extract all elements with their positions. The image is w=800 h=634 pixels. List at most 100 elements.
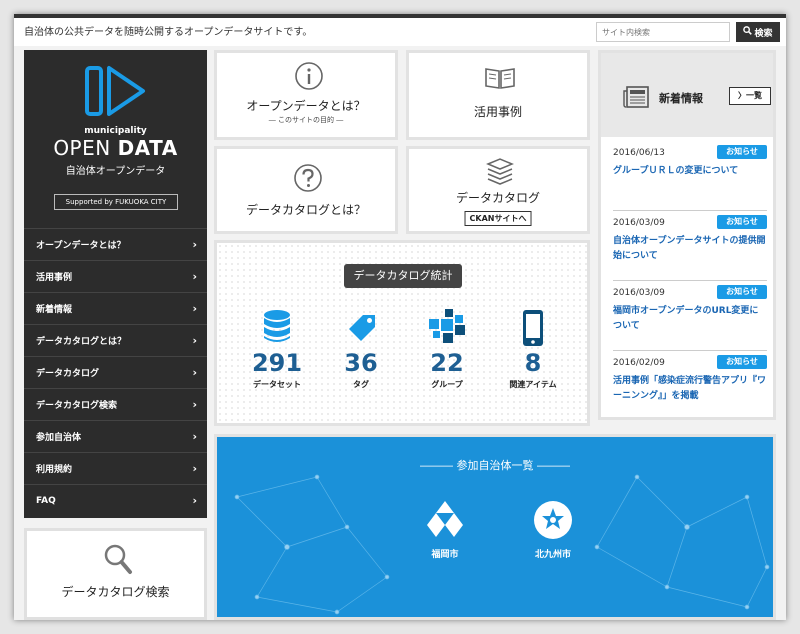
news-badge: お知らせ xyxy=(717,285,767,299)
brand-block[interactable]: municipality OPEN DATA 自治体オープンデータ Suppor… xyxy=(24,50,207,228)
chevron-right-icon: › xyxy=(192,462,197,475)
news-date: 2016/03/09 xyxy=(613,218,665,228)
news-item[interactable]: 2016/03/09 お知らせ 自治体オープンデータサイトの提供開始について xyxy=(613,211,767,281)
sidebar-item-catalog[interactable]: データカタログ › xyxy=(24,356,207,388)
news-item[interactable]: 2016/03/09 お知らせ 福岡市オープンデータのURL変更について xyxy=(613,281,767,351)
chevron-right-icon: › xyxy=(192,398,197,411)
sidebar: municipality OPEN DATA 自治体オープンデータ Suppor… xyxy=(24,50,207,518)
sidebar-item-faq[interactable]: FAQ › xyxy=(24,484,207,516)
municipalities-title: ――― 参加自治体一覧 ――― xyxy=(420,459,570,472)
ckan-link[interactable]: CKANサイトへ xyxy=(464,211,532,226)
sidebar-item-about[interactable]: オープンデータとは？ › xyxy=(24,228,207,260)
database-icon xyxy=(261,309,293,349)
sidebar-item-cases[interactable]: 活用事例 › xyxy=(24,260,207,292)
sidebar-item-label: データカタログ検索 xyxy=(36,401,118,411)
tile-about-open-data[interactable]: オープンデータとは？ ― このサイトの目的 ― xyxy=(214,50,398,140)
sidebar-item-label: 活用事例 xyxy=(36,273,73,283)
smartphone-icon xyxy=(521,309,545,351)
sidebar-item-label: 利用規約 xyxy=(36,465,73,475)
supported-by-badge: Supported by FUKUOKA CITY xyxy=(54,194,178,210)
brand-subtitle: 自治体オープンデータ xyxy=(65,166,166,177)
sidebar-item-label: FAQ xyxy=(36,495,56,506)
news-date: 2016/06/13 xyxy=(613,148,665,158)
fukuoka-emblem-icon xyxy=(424,499,466,545)
newspaper-icon xyxy=(623,86,649,112)
tile-data-catalog[interactable]: データカタログ CKANサイトへ xyxy=(406,146,590,234)
top-bar: 自治体の公共データを随時公開するオープンデータサイトです。 検索 xyxy=(14,18,786,46)
news-date: 2016/03/09 xyxy=(613,288,665,298)
magnifier-icon xyxy=(103,543,133,579)
stat-label: タグ xyxy=(353,380,369,389)
stack-icon xyxy=(485,157,515,189)
site-tagline: 自治体の公共データを随時公開するオープンデータサイトです。 xyxy=(24,27,313,38)
open-data-logo-icon xyxy=(82,62,150,126)
brand-title: OPEN DATA xyxy=(24,136,207,160)
stat-label: データセット xyxy=(253,380,301,389)
news-link[interactable]: 自治体オープンデータサイトの提供開始について xyxy=(613,234,767,264)
stat-label: グループ xyxy=(431,380,463,389)
search-icon xyxy=(743,26,753,38)
info-icon xyxy=(294,61,324,95)
news-link[interactable]: 福岡市オープンデータのURL変更について xyxy=(613,304,767,334)
site-search-input[interactable] xyxy=(596,22,730,42)
news-item[interactable]: 2016/06/13 お知らせ グループＵＲＬの変更について xyxy=(613,141,767,211)
sidebar-item-municipalities[interactable]: 参加自治体 › xyxy=(24,420,207,452)
news-header: 新着情報 〉一覧 xyxy=(601,53,773,137)
sidebar-item-catalog-search[interactable]: データカタログ検索 › xyxy=(24,388,207,420)
chevron-right-icon: › xyxy=(192,366,197,379)
kitakyushu-emblem-icon xyxy=(532,499,574,545)
news-badge: お知らせ xyxy=(717,215,767,229)
municipalities-panel: ――― 参加自治体一覧 ――― 福岡市 北九州市 xyxy=(214,434,776,620)
news-link[interactable]: 活用事例「感染症流行警告アプリ『ワーニンング』」を掲載 xyxy=(613,374,767,404)
chevron-right-icon: › xyxy=(192,430,197,443)
sidebar-item-catalog-about[interactable]: データカタログとは？ › xyxy=(24,324,207,356)
tile-about-catalog[interactable]: データカタログとは？ xyxy=(214,146,398,234)
catalog-search-label: データカタログ検索 xyxy=(61,585,170,599)
stat-value: 8 xyxy=(524,349,542,377)
catalog-search-tile[interactable]: データカタログ検索 xyxy=(24,528,207,620)
tile-use-cases[interactable]: 活用事例 xyxy=(406,50,590,140)
news-title: 新着情報 xyxy=(659,92,703,105)
municipality-name: 福岡市 xyxy=(431,550,459,560)
news-badge: お知らせ xyxy=(717,145,767,159)
sidebar-item-label: データカタログとは？ xyxy=(36,337,127,347)
page-frame: 自治体の公共データを随時公開するオープンデータサイトです。 検索 municip… xyxy=(14,14,786,620)
news-link[interactable]: グループＵＲＬの変更について xyxy=(613,164,767,179)
brand-small-text: municipality xyxy=(84,126,147,136)
news-badge: お知らせ xyxy=(717,355,767,369)
sidebar-item-terms[interactable]: 利用規約 › xyxy=(24,452,207,484)
tile-title: 活用事例 xyxy=(473,105,522,119)
tile-title: データカタログとは？ xyxy=(245,203,366,217)
tile-subtitle: ― このサイトの目的 ― xyxy=(268,116,344,124)
sidebar-item-label: 新着情報 xyxy=(36,305,73,315)
stat-label: 関連アイテム xyxy=(509,380,557,389)
brand-title-open: OPEN xyxy=(53,136,111,160)
tag-icon xyxy=(345,311,379,347)
chevron-right-icon: › xyxy=(192,334,197,347)
tile-title: オープンデータとは？ xyxy=(246,99,366,113)
chevron-right-icon: › xyxy=(192,270,197,283)
chevron-right-icon: › xyxy=(192,494,197,507)
news-list-button[interactable]: 〉一覧 xyxy=(729,87,771,105)
sidebar-item-label: オープンデータとは？ xyxy=(36,241,126,251)
site-search-button[interactable]: 検索 xyxy=(736,22,780,42)
chevron-right-icon: › xyxy=(192,238,197,251)
stat-value: 291 xyxy=(251,349,303,377)
news-panel: 新着情報 〉一覧 2016/06/13 お知らせ グループＵＲＬの変更について … xyxy=(598,50,776,420)
sidebar-item-label: 参加自治体 xyxy=(36,433,82,443)
catalog-stats-panel: データカタログ統計 291 データセット 36 タグ 22 グループ 8 関連ア… xyxy=(214,240,590,426)
brand-title-data: DATA xyxy=(117,136,178,160)
municipality-name: 北九州市 xyxy=(534,550,571,560)
tile-title: データカタログ xyxy=(455,191,540,205)
search-button-label: 検索 xyxy=(754,28,773,39)
stat-value: 36 xyxy=(344,349,378,377)
stat-value: 22 xyxy=(430,349,464,377)
sidebar-item-news[interactable]: 新着情報 › xyxy=(24,292,207,324)
stats-title: データカタログ統計 xyxy=(344,264,462,288)
book-icon xyxy=(483,65,517,95)
question-icon xyxy=(293,163,323,197)
group-icon xyxy=(427,309,467,349)
sidebar-item-label: データカタログ xyxy=(36,369,100,379)
chevron-right-icon: › xyxy=(192,302,197,315)
news-item[interactable]: 2016/02/09 お知らせ 活用事例「感染症流行警告アプリ『ワーニンング』」… xyxy=(613,351,767,421)
